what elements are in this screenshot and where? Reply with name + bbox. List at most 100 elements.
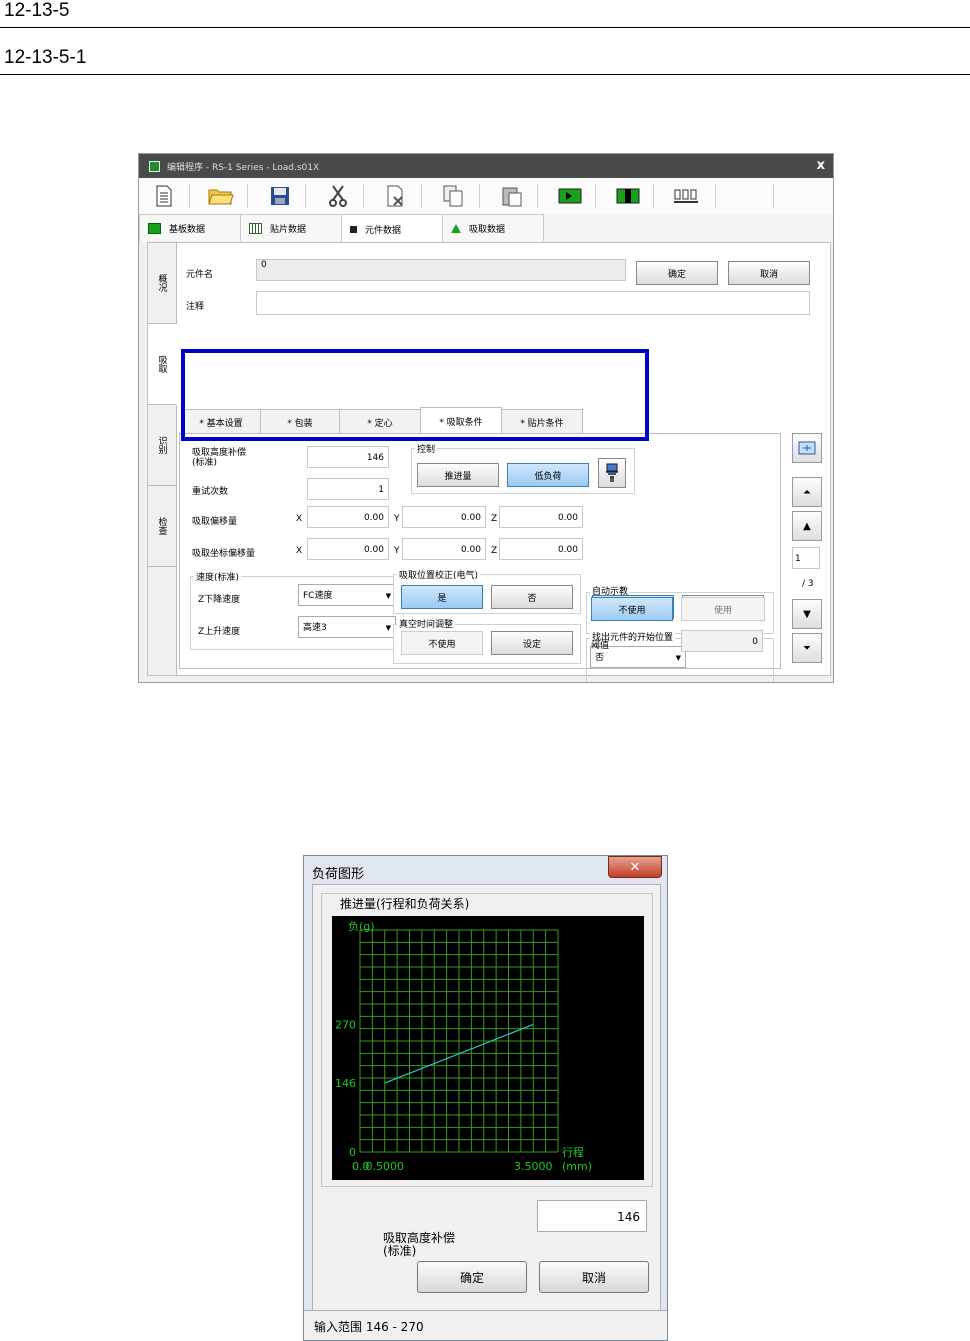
offset-x-field[interactable]: 0.00 [307, 506, 389, 528]
coord-z-field[interactable]: 0.00 [499, 538, 583, 560]
first-page-icon: ⏶ [803, 486, 811, 498]
find-start-use-button[interactable]: 使用 [681, 597, 765, 621]
x-axis-label: 行程 [562, 1146, 584, 1159]
next-page-button[interactable]: ▼ [792, 599, 822, 629]
dialog-field-label: 吸取高度补偿 (标准) [383, 1231, 456, 1258]
thrust-button[interactable]: 推进量 [417, 463, 499, 487]
comment-field[interactable] [256, 291, 810, 315]
side-tab-filler [148, 567, 177, 675]
ok-button[interactable]: 确定 [636, 261, 718, 285]
tab-label: 吸取数据 [469, 224, 506, 235]
open-folder-icon[interactable] [204, 183, 238, 209]
side-tab-recognition[interactable]: 识别 [148, 405, 177, 486]
board-icon [148, 222, 161, 234]
down-arrow-icon: ▼ [803, 608, 811, 620]
cancel-button[interactable]: 取消 [728, 261, 810, 285]
load-chart: 0 146 270 0.0 0.5000 3.5000 负(g) 行程 (mm) [332, 916, 644, 1180]
dialog-title: 负荷图形 [312, 867, 365, 882]
pos-correction-label: 吸取位置校正(电气) [397, 568, 481, 581]
chip-icon [350, 225, 357, 233]
threshold-field[interactable]: 0 [681, 630, 763, 652]
side-tab-overview[interactable]: 概况 [148, 243, 177, 324]
coord-y-field[interactable]: 0.00 [402, 538, 486, 560]
height-comp-dialog-field[interactable]: 146 [537, 1200, 647, 1232]
pos-correction-yes-button[interactable]: 是 [401, 585, 483, 609]
save-icon[interactable] [263, 183, 297, 209]
offset-y-field[interactable]: 0.00 [402, 506, 486, 528]
height-comp-field[interactable]: 146 [307, 446, 389, 468]
load-graph-dialog: 负荷图形 ✕ 推进量(行程和负荷关系) 0 146 270 0.0 0.5000 3.50… [303, 855, 668, 1341]
chart-svg: 01462700.00.5000 3.5000负(g)行程(mm) [335, 919, 592, 1173]
subsection-rule [0, 74, 970, 75]
tab-label: 元件数据 [365, 225, 402, 236]
y-tick-label: 270 [335, 1018, 356, 1031]
z-up-label: Z上升速度 [198, 627, 241, 637]
cut-icon[interactable] [321, 183, 355, 209]
toolbar-divider [773, 184, 774, 208]
toolbar-divider [363, 184, 364, 208]
tab-component-data[interactable]: 元件数据 [341, 214, 443, 243]
pos-correction-no-button[interactable]: 否 [491, 585, 573, 609]
first-page-button[interactable]: ⏶ [792, 477, 822, 507]
component-icon[interactable] [669, 183, 703, 209]
dialog-body: 推进量(行程和负荷关系) 0 146 270 0.0 0.5000 3.5000 负(g) 行… [312, 884, 661, 1312]
chevron-down-icon: ▼ [385, 592, 391, 600]
retry-count-field[interactable]: 1 [307, 478, 389, 500]
highlight-box [181, 349, 649, 441]
tab-board-data[interactable]: 基板数据 [139, 214, 241, 241]
tab-placement-data[interactable]: 贴片数据 [240, 214, 342, 241]
vacuum-time-label: 真空时间调整 [397, 617, 456, 630]
offset-y-axis: Y [394, 514, 400, 524]
coord-x-field[interactable]: 0.00 [307, 538, 389, 560]
prev-page-button[interactable]: ▲ [792, 511, 822, 541]
subsection-number: 12-13-5-1 [4, 47, 87, 68]
component-name-label: 元件名 [186, 270, 214, 280]
x-tick-label: 3.5000 [514, 1160, 553, 1173]
z-up-select[interactable]: 高速3 ▼ [298, 616, 396, 638]
toolbar-divider [479, 184, 480, 208]
section-number: 12-13-5 [4, 0, 70, 21]
close-icon[interactable]: x [817, 158, 825, 173]
toolbar [139, 178, 833, 215]
side-tab-pickup[interactable]: 吸取 [148, 324, 176, 405]
find-start-not-use-button[interactable]: 不使用 [591, 597, 673, 621]
close-icon[interactable]: ✕ [608, 856, 662, 878]
status-bar: 输入范围 146 - 270 [304, 1310, 667, 1340]
side-tab-label: 识别 [156, 436, 167, 454]
nozzle-graph-button[interactable] [598, 458, 626, 488]
speed-group-label: 速度(标准) [194, 570, 242, 583]
side-tab-inspection[interactable]: 检查 [148, 486, 177, 567]
z-up-value: 高速3 [303, 623, 327, 633]
retry-count-label: 重试次数 [192, 487, 229, 497]
toolbar-divider [537, 184, 538, 208]
vacuum-setting-button[interactable]: 设定 [491, 631, 573, 655]
offset-z-field[interactable]: 0.00 [499, 506, 583, 528]
dialog-cancel-button[interactable]: 取消 [539, 1261, 649, 1293]
view-toggle-button[interactable] [792, 433, 822, 463]
toolbar-divider [421, 184, 422, 208]
page-number-field[interactable]: 1 [792, 547, 820, 569]
toolbar-divider [653, 184, 654, 208]
side-tab-label: 吸取 [156, 355, 167, 373]
toolbar-divider [189, 184, 190, 208]
threshold-label: 阈值 [591, 641, 610, 651]
up-arrow-icon: ▲ [803, 520, 811, 532]
tab-pickup-data[interactable]: 吸取数据 [442, 214, 544, 241]
side-tab-label: 检查 [156, 517, 167, 535]
dialog-ok-button[interactable]: 确定 [417, 1261, 527, 1293]
x-axis-unit: (mm) [562, 1160, 592, 1173]
last-page-icon: ⏷ [803, 642, 811, 654]
paste-icon[interactable] [495, 183, 529, 209]
copy-icon[interactable] [437, 183, 471, 209]
move-center-icon[interactable] [611, 183, 645, 209]
z-down-select[interactable]: FC速度 ▼ [298, 584, 396, 606]
delete-icon[interactable] [379, 183, 413, 209]
y-tick-label: 146 [335, 1077, 356, 1090]
new-file-icon[interactable] [147, 183, 181, 209]
low-load-button[interactable]: 低负荷 [507, 463, 589, 487]
offset-x-axis: X [296, 514, 303, 524]
move-right-icon[interactable] [553, 183, 587, 209]
vacuum-not-use-button[interactable]: 不使用 [401, 631, 483, 655]
last-page-button[interactable]: ⏷ [792, 633, 822, 663]
component-name-field[interactable]: 0 [256, 259, 626, 281]
